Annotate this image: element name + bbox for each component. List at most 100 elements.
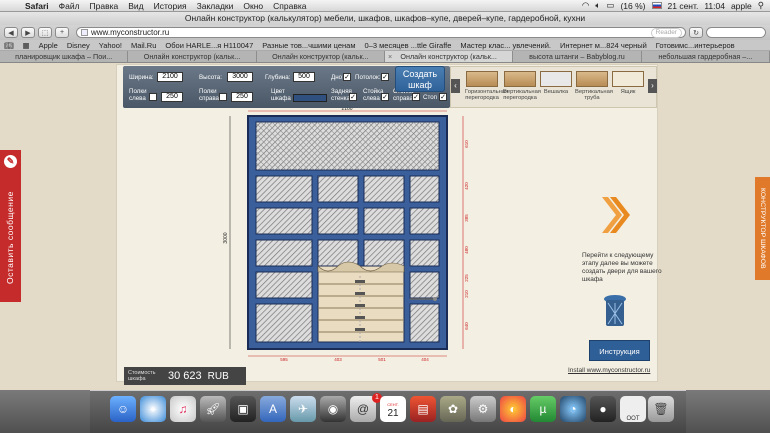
preview-icon[interactable]: ✈: [290, 396, 316, 422]
color-picker[interactable]: [293, 94, 327, 102]
tab-active[interactable]: × Онлайн конструктор (кальк...: [384, 51, 514, 62]
camera-icon[interactable]: ●: [590, 396, 616, 422]
utorrent-icon[interactable]: µ: [530, 396, 556, 422]
bookmark-item[interactable]: Мастер клас... увлечений.: [460, 41, 551, 50]
tool-image: [466, 71, 498, 87]
bookmark-item[interactable]: Интернет м...824 черный: [560, 41, 647, 50]
bookmark-item[interactable]: Обои HARLE...я H110047: [165, 41, 253, 50]
system-preferences-icon[interactable]: ⚙: [470, 396, 496, 422]
search-field[interactable]: [706, 27, 766, 38]
tab[interactable]: Онлайн конструктор (кальк...: [128, 51, 257, 62]
shelves-right-input[interactable]: 250: [231, 92, 253, 102]
finder-icon[interactable]: ☺: [110, 396, 136, 422]
bottom-checkbox[interactable]: ✓: [343, 73, 351, 81]
width-input[interactable]: 2100: [157, 72, 183, 82]
menu-help[interactable]: Справка: [273, 1, 306, 11]
rod-end: [433, 297, 437, 301]
shelves-left-label: Полки слева: [129, 88, 147, 102]
safari-icon[interactable]: ⌖: [140, 396, 166, 422]
tab[interactable]: Онлайн конструктор (кальк...: [257, 51, 385, 62]
menubar-time[interactable]: 11:04: [704, 1, 725, 11]
trash-icon[interactable]: [602, 294, 628, 328]
spotlight-icon[interactable]: ⚲: [758, 0, 764, 11]
tool-horizontal-partition[interactable]: Горизонтальная перегородка: [465, 71, 508, 101]
bookmark-item[interactable]: Disney: [67, 41, 90, 50]
ceiling-checkbox[interactable]: ✓: [381, 73, 389, 81]
menu-view[interactable]: Вид: [128, 1, 143, 11]
post-right-checkbox[interactable]: ✓: [412, 93, 420, 101]
compartment: [409, 175, 440, 203]
dim-bottom: 403: [334, 357, 342, 362]
depth-input[interactable]: 500: [293, 72, 315, 82]
back-icon[interactable]: ◀: [4, 27, 18, 38]
bookmark-item[interactable]: Yahoo!: [99, 41, 122, 50]
tab[interactable]: планировщик шкафа – Пои...: [0, 51, 129, 62]
menu-window[interactable]: Окно: [243, 1, 263, 11]
height-input[interactable]: 3000: [227, 72, 253, 82]
shelves-right-checkbox[interactable]: [219, 93, 227, 101]
instruction-button[interactable]: Инструкция: [589, 340, 650, 361]
menu-edit[interactable]: Правка: [90, 1, 119, 11]
wardrobe-drawing[interactable]: 2100 3000 610 420 385 480 225 210 640 59…: [218, 108, 478, 363]
compartment: [255, 303, 313, 343]
app-store-icon[interactable]: A: [260, 396, 286, 422]
next-step-chevron-icon[interactable]: [600, 195, 630, 235]
shelves-left-input[interactable]: 250: [161, 92, 183, 102]
bookmark-item[interactable]: Apple: [39, 41, 58, 50]
create-wardrobe-button[interactable]: Создать шкаф: [395, 66, 445, 92]
launchpad-icon[interactable]: 🚀︎: [200, 396, 226, 422]
bookmark-item[interactable]: Разные тов...чшими ценам: [262, 41, 355, 50]
bookmarks-book-icon[interactable]: 📖︎: [4, 41, 14, 50]
app-menu[interactable]: Safari: [25, 1, 49, 11]
tools-next-icon[interactable]: ›: [648, 79, 657, 93]
itunes-icon[interactable]: ♫: [170, 396, 196, 422]
constructor-tab[interactable]: КОНСТРУКТОР ШКАФОВ: [755, 177, 770, 280]
tools-prev-icon[interactable]: ‹: [451, 79, 460, 93]
add-icon[interactable]: +: [55, 27, 69, 38]
dock-trash-icon[interactable]: 🗑︎: [648, 396, 674, 422]
wifi-icon[interactable]: ◠: [582, 0, 589, 11]
document-icon[interactable]: OOT: [620, 396, 646, 422]
tool-hanger[interactable]: Вешалка: [539, 71, 573, 95]
back-wall-checkbox[interactable]: ✓: [349, 93, 357, 101]
constructor-tab-label: КОНСТРУКТОР ШКАФОВ: [759, 188, 766, 269]
price-value: 30 623: [168, 370, 202, 382]
leave-message-tab[interactable]: ✎ Оставить сообщение: [0, 150, 21, 302]
tab[interactable]: небольшая гардеробная –...: [642, 51, 770, 62]
calendar-icon[interactable]: СЕНТ. 21: [380, 396, 406, 422]
tool-vertical-pipe[interactable]: Вертикальная труба: [575, 71, 613, 101]
site-link[interactable]: Install www.myconstructor.ru: [568, 367, 650, 374]
bookmark-item[interactable]: 0–3 месяцев ...ttle Giraffe: [365, 41, 452, 50]
time-machine-icon[interactable]: ◔: [560, 396, 586, 422]
tool-vertical-partition[interactable]: Вертикальная перегородка: [503, 71, 541, 101]
tool-drawer[interactable]: Ящик: [611, 71, 645, 95]
volume-icon[interactable]: 🔈︎: [595, 0, 600, 11]
facetime-icon[interactable]: ◉: [320, 396, 346, 422]
menu-file[interactable]: Файл: [59, 1, 80, 11]
battery-icon[interactable]: ▭: [606, 0, 614, 11]
post-left-checkbox[interactable]: ✓: [381, 93, 389, 101]
tab[interactable]: высота штанги – Babyblog.ru: [513, 51, 642, 62]
compartment: [363, 175, 405, 203]
share-icon[interactable]: ⬚: [38, 27, 52, 38]
browser-toolbar: ◀ ▶ ⬚ + www.myconstructor.ru Reader ↻: [0, 25, 770, 40]
dim-bottom: 595: [280, 357, 288, 362]
firefox-icon[interactable]: ◐: [500, 396, 526, 422]
menu-history[interactable]: История: [154, 1, 187, 11]
photo-booth-icon[interactable]: ▣: [230, 396, 256, 422]
flag-icon[interactable]: [651, 2, 662, 9]
bookmarks-grid-icon[interactable]: ▦: [23, 41, 30, 50]
menu-bookmarks[interactable]: Закладки: [197, 1, 234, 11]
photo-icon[interactable]: ▤: [410, 396, 436, 422]
url-bar[interactable]: www.myconstructor.ru Reader: [76, 27, 686, 38]
shelves-left-checkbox[interactable]: [149, 93, 157, 101]
reload-icon[interactable]: ↻: [689, 27, 703, 38]
menubar-user[interactable]: apple: [731, 1, 752, 11]
bookmark-item[interactable]: Готовимс...интерьеров: [656, 41, 735, 50]
stops-checkbox[interactable]: ✓: [439, 93, 447, 101]
bookmark-item[interactable]: Mail.Ru: [131, 41, 156, 50]
forward-icon[interactable]: ▶: [21, 27, 35, 38]
reader-button[interactable]: Reader: [650, 27, 682, 38]
close-tab-icon[interactable]: ×: [388, 51, 392, 62]
iphoto-icon[interactable]: ✿: [440, 396, 466, 422]
